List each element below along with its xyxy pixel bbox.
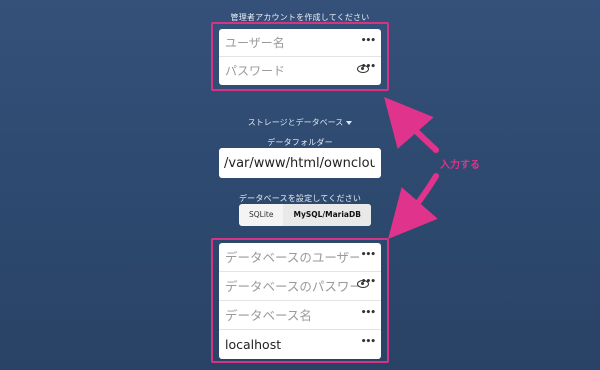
arrow-to-admin-form [384,96,439,153]
arrow-to-database-form [388,173,439,240]
annotation-arrows [384,96,439,240]
annotation-label: 入力する [440,160,480,171]
